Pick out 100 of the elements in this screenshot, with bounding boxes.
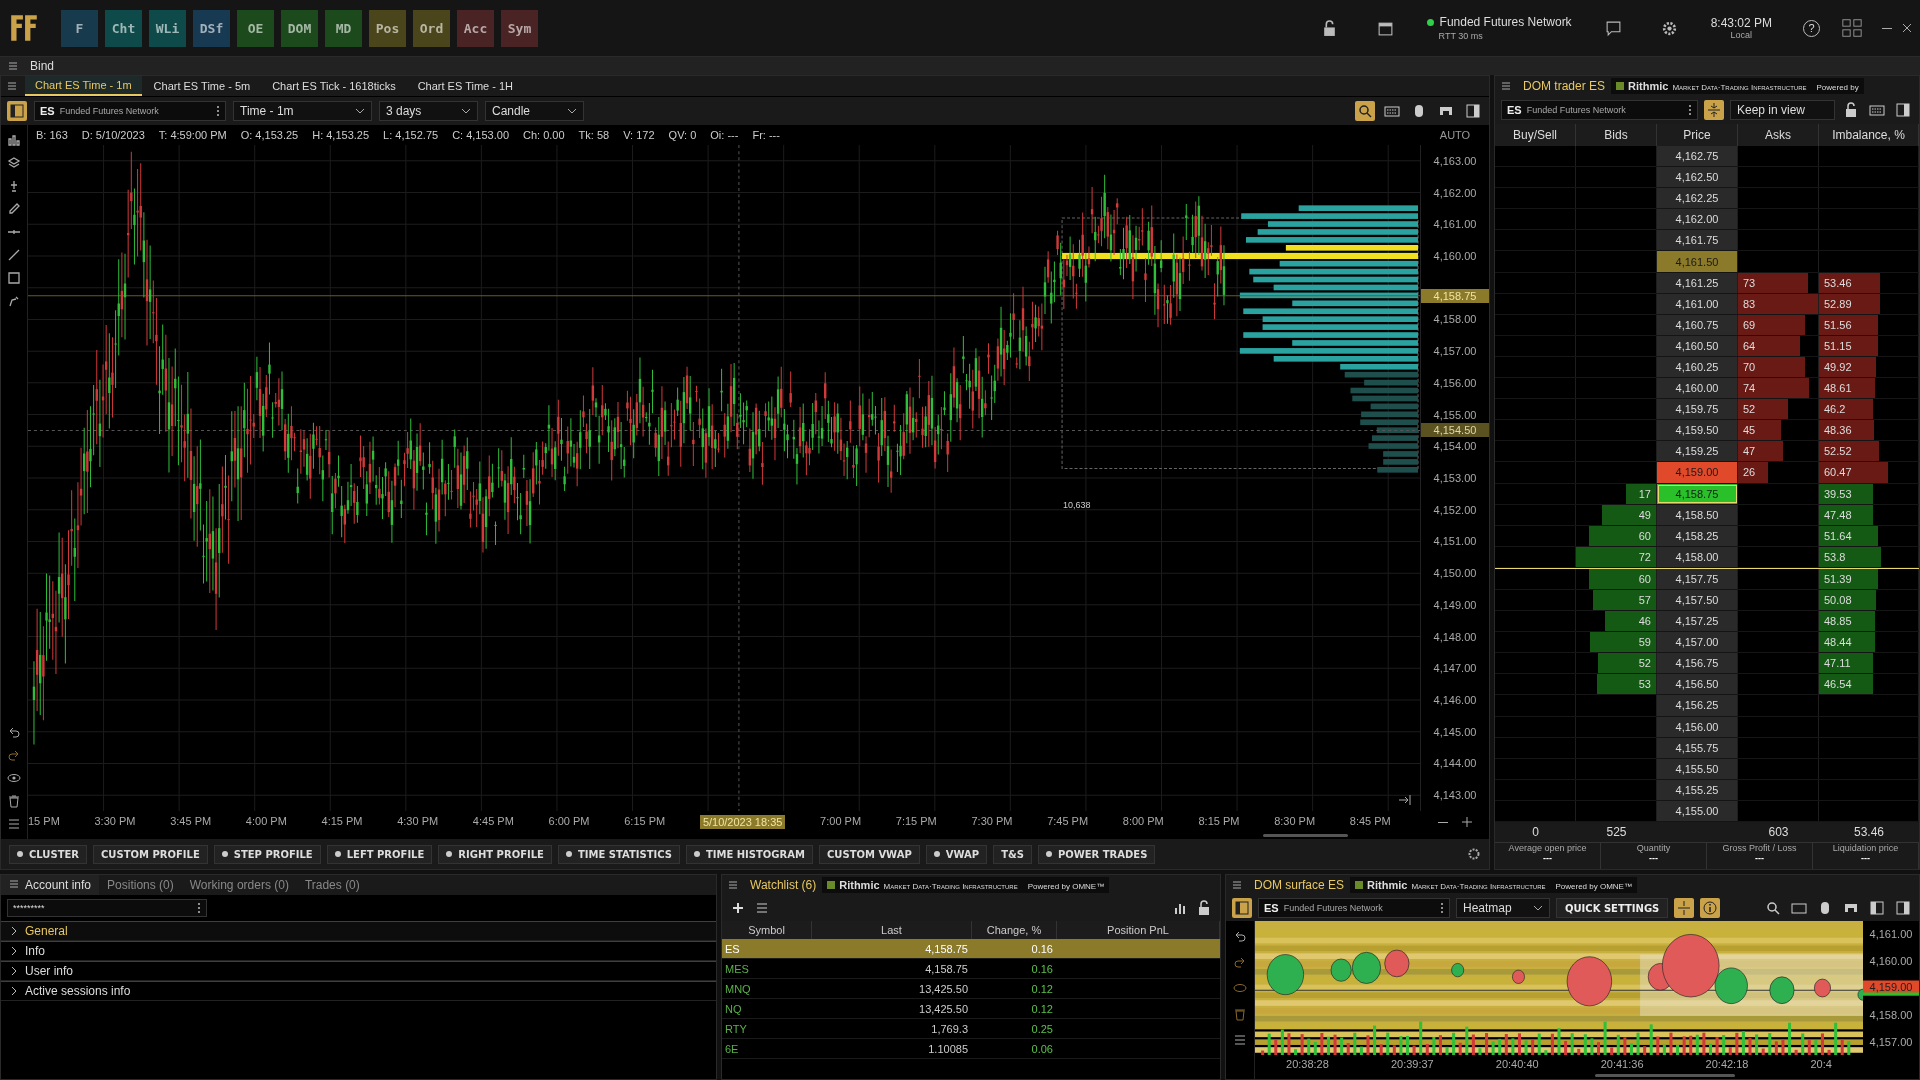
undo-icon[interactable] — [7, 725, 21, 739]
chart-tab[interactable]: Chart ES Tick - 1618ticks — [262, 77, 406, 95]
price-level[interactable]: 4,158.25 — [1657, 525, 1738, 546]
search-icon[interactable] — [1355, 101, 1375, 121]
trash-icon[interactable] — [7, 794, 21, 808]
trash-icon[interactable] — [1233, 1007, 1247, 1021]
price-level[interactable]: 4,162.75 — [1657, 146, 1738, 167]
more-icon[interactable] — [1688, 104, 1692, 116]
menu-icon[interactable] — [7, 81, 17, 91]
account-tab[interactable]: Trades (0) — [296, 875, 368, 895]
price-level[interactable]: 4,158.75 — [1657, 483, 1738, 504]
price-level[interactable]: 4,157.00 — [1657, 632, 1738, 653]
drawing-tool-icon[interactable] — [7, 271, 21, 285]
account-tab[interactable]: Working orders (0) — [181, 875, 297, 895]
price-level[interactable]: 4,155.50 — [1657, 758, 1738, 779]
chart-tab[interactable]: Chart ES Time - 1H — [407, 77, 523, 95]
chat-icon[interactable] — [1604, 19, 1622, 37]
watchlist-row[interactable]: MES 4,158.75 0.16 — [722, 959, 1220, 979]
price-level[interactable]: 4,160.50 — [1657, 335, 1738, 356]
settings-icon[interactable] — [1660, 19, 1678, 37]
chart-tab[interactable]: Chart ES Time - 5m — [143, 77, 261, 95]
price-level[interactable]: 4,162.50 — [1657, 167, 1738, 188]
price-level[interactable]: 4,156.00 — [1657, 716, 1738, 737]
indicator-button[interactable]: CUSTOM VWAP — [818, 844, 920, 864]
menu-icon[interactable] — [1232, 880, 1242, 890]
indicator-button[interactable]: CLUSTER — [9, 844, 88, 864]
app-launcher-button[interactable]: WLi — [149, 9, 186, 47]
section-row[interactable]: Active sessions info — [1, 981, 716, 1001]
price-level[interactable]: 4,161.00 — [1657, 293, 1738, 314]
redo-icon[interactable] — [1233, 955, 1247, 969]
menu-icon[interactable] — [9, 879, 19, 889]
section-row[interactable]: User info — [1, 961, 716, 981]
indicator-button[interactable]: STEP PROFILE — [213, 844, 321, 864]
price-level[interactable]: 4,158.50 — [1657, 504, 1738, 525]
app-launcher-button[interactable]: MD — [325, 9, 362, 47]
symbol-field[interactable]: ES Funded Futures Network — [34, 101, 226, 121]
window-tools-icon[interactable] — [1841, 17, 1863, 39]
chart-style-dropdown[interactable]: Candle — [485, 101, 584, 121]
account-tab[interactable]: Account info — [1, 875, 100, 895]
eye-icon[interactable] — [7, 771, 21, 785]
app-launcher-button[interactable]: DSf — [193, 9, 230, 47]
price-level[interactable]: 4,162.25 — [1657, 188, 1738, 209]
close-icon[interactable] — [1902, 23, 1912, 33]
symbol-field[interactable]: ES Funded Futures Network — [1258, 898, 1450, 918]
more-icon[interactable] — [1440, 902, 1444, 914]
center-icon[interactable] — [1674, 898, 1695, 918]
price-level[interactable]: 4,161.75 — [1657, 230, 1738, 251]
panel-toggle-icon[interactable] — [1232, 898, 1252, 918]
indicator-button[interactable]: VWAP — [925, 844, 988, 864]
price-level[interactable]: 4,160.25 — [1657, 356, 1738, 378]
auto-scale-toggle[interactable]: AUTO — [1421, 129, 1489, 141]
app-launcher-button[interactable]: Pos — [369, 9, 406, 47]
app-launcher-button[interactable]: Acc — [457, 9, 494, 47]
timeframe-dropdown[interactable]: Time - 1m — [233, 101, 372, 121]
price-level[interactable]: 4,157.50 — [1657, 589, 1738, 611]
price-level[interactable]: 4,156.25 — [1657, 695, 1738, 716]
more-icon[interactable] — [197, 902, 201, 914]
price-level[interactable]: 4,158.00 — [1657, 546, 1738, 567]
watchlist-row[interactable]: 6E 1.10085 0.06 — [722, 1039, 1220, 1059]
price-level[interactable]: 4,157.25 — [1657, 611, 1738, 632]
panel-toggle-icon[interactable] — [7, 101, 27, 121]
price-level[interactable]: 4,157.75 — [1657, 568, 1738, 589]
indicator-button[interactable]: TIME STATISTICS — [557, 844, 680, 864]
sidebar-icon[interactable] — [1893, 898, 1913, 918]
sidebar-icon[interactable] — [1893, 100, 1913, 120]
app-launcher-button[interactable]: Sym — [501, 9, 538, 47]
drawing-tool-icon[interactable] — [7, 294, 21, 308]
price-level[interactable]: 4,156.50 — [1657, 674, 1738, 695]
app-launcher-button[interactable]: F — [61, 9, 98, 47]
watchlist-row[interactable]: RTY 1,769.3 0.25 — [722, 1019, 1220, 1039]
list-icon[interactable] — [7, 817, 21, 831]
menu-icon[interactable] — [1501, 81, 1511, 91]
watchlist-row[interactable]: ES 4,158.75 0.16 — [722, 939, 1220, 959]
scrollbar-thumb[interactable] — [1595, 1074, 1735, 1077]
more-icon[interactable] — [216, 105, 220, 117]
price-level[interactable]: 4,162.00 — [1657, 209, 1738, 230]
info-icon[interactable] — [1700, 898, 1721, 918]
drawing-tool-icon[interactable] — [7, 156, 21, 170]
scrollbar-thumb[interactable] — [1263, 834, 1348, 837]
menu-icon[interactable] — [728, 880, 738, 890]
price-level[interactable]: 4,155.75 — [1657, 737, 1738, 758]
drawing-tool-icon[interactable] — [7, 248, 21, 262]
app-launcher-button[interactable]: DOM — [281, 9, 318, 47]
range-dropdown[interactable]: 3 days — [379, 101, 478, 121]
price-level[interactable]: 4,159.75 — [1657, 399, 1738, 420]
price-level[interactable]: 4,159.00 — [1657, 462, 1738, 483]
menu-icon[interactable] — [8, 61, 18, 71]
drawing-tool-icon[interactable] — [7, 133, 21, 147]
redo-icon[interactable] — [7, 748, 21, 762]
watchlist-row[interactable]: NQ 13,425.50 0.12 — [722, 999, 1220, 1019]
price-level[interactable]: 4,161.50 — [1657, 251, 1738, 272]
keep-in-view-button[interactable]: Keep in view — [1730, 100, 1835, 120]
app-launcher-button[interactable]: Cht — [105, 9, 142, 47]
indicator-button[interactable]: TIME HISTOGRAM — [685, 844, 813, 864]
sidebar-icon[interactable] — [1867, 898, 1887, 918]
section-row[interactable]: Info — [1, 941, 716, 961]
indicator-button[interactable]: RIGHT PROFILE — [438, 844, 552, 864]
price-level[interactable]: 4,160.75 — [1657, 314, 1738, 335]
price-level[interactable]: 4,155.25 — [1657, 779, 1738, 800]
price-level[interactable]: 4,156.75 — [1657, 653, 1738, 674]
